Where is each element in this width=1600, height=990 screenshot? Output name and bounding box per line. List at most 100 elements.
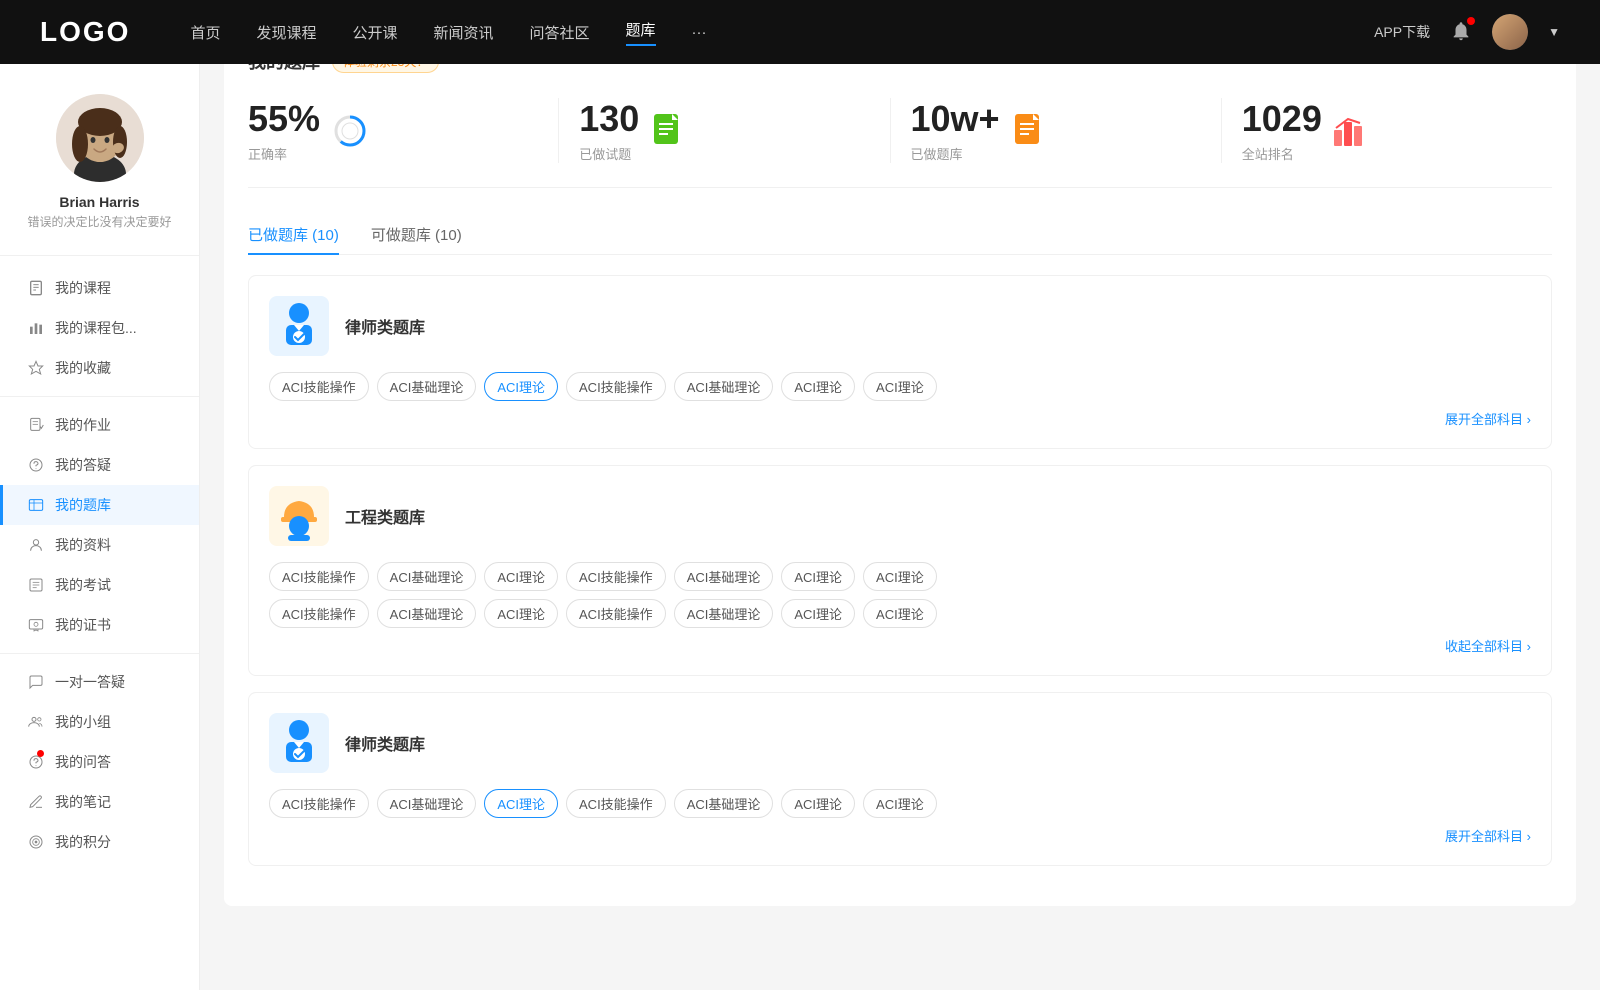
stat-accuracy: 55% 正确率 <box>248 98 559 163</box>
tag-1-6[interactable]: ACI理论 <box>863 562 937 591</box>
tag-1b-5[interactable]: ACI理论 <box>781 599 855 628</box>
app-download-link[interactable]: APP下载 <box>1374 22 1430 42</box>
divider2 <box>0 653 199 654</box>
group-icon <box>27 713 45 731</box>
file-icon <box>27 279 45 297</box>
tag-2-3[interactable]: ACI技能操作 <box>566 789 666 818</box>
exam-icon <box>27 576 45 594</box>
tags-row-1a: ACI技能操作 ACI基础理论 ACI理论 ACI技能操作 ACI基础理论 AC… <box>269 562 1531 591</box>
stat-banks-done: 10w+ 已做题库 <box>911 98 1222 163</box>
tags-row-1b: ACI技能操作 ACI基础理论 ACI理论 ACI技能操作 ACI基础理论 AC… <box>269 599 1531 628</box>
nav-more[interactable]: ··· <box>692 24 707 41</box>
sidebar-item-myqa[interactable]: 我的问答 <box>0 742 199 782</box>
qbank-header-0: 律师类题库 <box>269 296 1531 356</box>
tag-1b-4[interactable]: ACI基础理论 <box>674 599 774 628</box>
qbank-section-2: 律师类题库 ACI技能操作 ACI基础理论 ACI理论 ACI技能操作 ACI基… <box>248 692 1552 866</box>
qa-icon <box>27 673 45 691</box>
qbank-section-1: 工程类题库 ACI技能操作 ACI基础理论 ACI理论 ACI技能操作 ACI基… <box>248 465 1552 676</box>
tag-0-2[interactable]: ACI理论 <box>484 372 558 401</box>
logo[interactable]: LOGO <box>40 16 130 48</box>
tag-1b-6[interactable]: ACI理论 <box>863 599 937 628</box>
tag-0-0[interactable]: ACI技能操作 <box>269 372 369 401</box>
nav-qbank[interactable]: 题库 <box>626 19 656 46</box>
sidebar-item-cert[interactable]: 我的证书 <box>0 605 199 645</box>
tab-available[interactable]: 可做题库 (10) <box>371 216 462 255</box>
stat-accuracy-value: 55% 正确率 <box>248 98 320 163</box>
star-icon <box>27 359 45 377</box>
tag-0-6[interactable]: ACI理论 <box>863 372 937 401</box>
tag-2-5[interactable]: ACI理论 <box>781 789 855 818</box>
qbank-icon-engineer <box>269 486 329 546</box>
tag-1b-2[interactable]: ACI理论 <box>484 599 558 628</box>
tag-0-1[interactable]: ACI基础理论 <box>377 372 477 401</box>
expand-btn-0[interactable]: 展开全部科目 › <box>269 409 1531 428</box>
note-icon <box>27 793 45 811</box>
tag-1-2[interactable]: ACI理论 <box>484 562 558 591</box>
nav-news[interactable]: 新闻资讯 <box>434 22 494 43</box>
nav-menu: 首页 发现课程 公开课 新闻资讯 问答社区 题库 ··· <box>190 19 1374 46</box>
tag-1b-1[interactable]: ACI基础理论 <box>377 599 477 628</box>
tag-2-2[interactable]: ACI理论 <box>484 789 558 818</box>
tab-done[interactable]: 已做题库 (10) <box>248 216 339 255</box>
nav-qa[interactable]: 问答社区 <box>530 22 590 43</box>
tag-1-3[interactable]: ACI技能操作 <box>566 562 666 591</box>
qbank-name-1: 工程类题库 <box>345 504 425 528</box>
tag-0-4[interactable]: ACI基础理论 <box>674 372 774 401</box>
qbank-section-0: 律师类题库 ACI技能操作 ACI基础理论 ACI理论 ACI技能操作 ACI基… <box>248 275 1552 449</box>
nav-discover[interactable]: 发现课程 <box>256 22 316 43</box>
tag-1-4[interactable]: ACI基础理论 <box>674 562 774 591</box>
tag-2-6[interactable]: ACI理论 <box>863 789 937 818</box>
sidebar-item-qbank[interactable]: 我的题库 <box>0 485 199 525</box>
tag-1b-0[interactable]: ACI技能操作 <box>269 599 369 628</box>
expand-btn-2[interactable]: 展开全部科目 › <box>269 826 1531 845</box>
chart-icon <box>27 319 45 337</box>
notification-dot <box>1467 17 1475 25</box>
tag-2-1[interactable]: ACI基础理论 <box>377 789 477 818</box>
tag-1-5[interactable]: ACI理论 <box>781 562 855 591</box>
qbank-name-2: 律师类题库 <box>345 731 425 755</box>
stat-accuracy-icon <box>332 113 368 149</box>
qbank-icon <box>27 496 45 514</box>
nav-home[interactable]: 首页 <box>190 22 220 43</box>
profile-icon <box>27 536 45 554</box>
tag-1b-3[interactable]: ACI技能操作 <box>566 599 666 628</box>
user-avatar-nav[interactable] <box>1492 14 1528 50</box>
expand-btn-1[interactable]: 收起全部科目 › <box>269 636 1531 655</box>
tag-0-3[interactable]: ACI技能操作 <box>566 372 666 401</box>
homework-icon <box>27 416 45 434</box>
sidebar-item-qadoubt[interactable]: 我的答疑 <box>0 445 199 485</box>
stat-questions-done: 130 已做试题 <box>579 98 890 163</box>
sidebar-item-group[interactable]: 我的小组 <box>0 702 199 742</box>
stat-banks-icon <box>1012 113 1048 149</box>
sidebar-item-homework[interactable]: 我的作业 <box>0 405 199 445</box>
sidebar-item-1on1[interactable]: 一对一答疑 <box>0 662 199 702</box>
tag-1-0[interactable]: ACI技能操作 <box>269 562 369 591</box>
stats-row: 55% 正确率 130 已做试题 <box>248 98 1552 188</box>
sidebar-item-favorites[interactable]: 我的收藏 <box>0 348 199 388</box>
sidebar-item-exam[interactable]: 我的考试 <box>0 565 199 605</box>
tabs: 已做题库 (10) 可做题库 (10) <box>248 216 1552 255</box>
tag-0-5[interactable]: ACI理论 <box>781 372 855 401</box>
tag-1-1[interactable]: ACI基础理论 <box>377 562 477 591</box>
sidebar-item-coursepack[interactable]: 我的课程包... <box>0 308 199 348</box>
sidebar-item-course[interactable]: 我的课程 <box>0 268 199 308</box>
divider1 <box>0 396 199 397</box>
sidebar-item-profile[interactable]: 我的资料 <box>0 525 199 565</box>
question-icon <box>27 456 45 474</box>
nav-opencourse[interactable]: 公开课 <box>352 22 397 43</box>
tag-2-4[interactable]: ACI基础理论 <box>674 789 774 818</box>
navbar-right: APP下载 ▼ <box>1374 14 1560 50</box>
qbank-name-0: 律师类题库 <box>345 314 425 338</box>
tags-row-2: ACI技能操作 ACI基础理论 ACI理论 ACI技能操作 ACI基础理论 AC… <box>269 789 1531 818</box>
dropdown-chevron[interactable]: ▼ <box>1548 25 1560 39</box>
user-name: Brian Harris <box>20 194 179 210</box>
content-card: 我的题库 体验剩余23天！ 55% 正确率 <box>224 24 1576 906</box>
notification-bell[interactable] <box>1450 20 1472 45</box>
tag-2-0[interactable]: ACI技能操作 <box>269 789 369 818</box>
sidebar-item-notes[interactable]: 我的笔记 <box>0 782 199 822</box>
sidebar-item-points[interactable]: 我的积分 <box>0 822 199 862</box>
navbar: LOGO 首页 发现课程 公开课 新闻资讯 问答社区 题库 ··· APP下载 … <box>0 0 1600 64</box>
qbank-icon-lawyer-2 <box>269 713 329 773</box>
qbank-header-1: 工程类题库 <box>269 486 1531 546</box>
sidebar-menu: 我的课程 我的课程包... 我的收藏 我的作业 <box>0 268 199 862</box>
